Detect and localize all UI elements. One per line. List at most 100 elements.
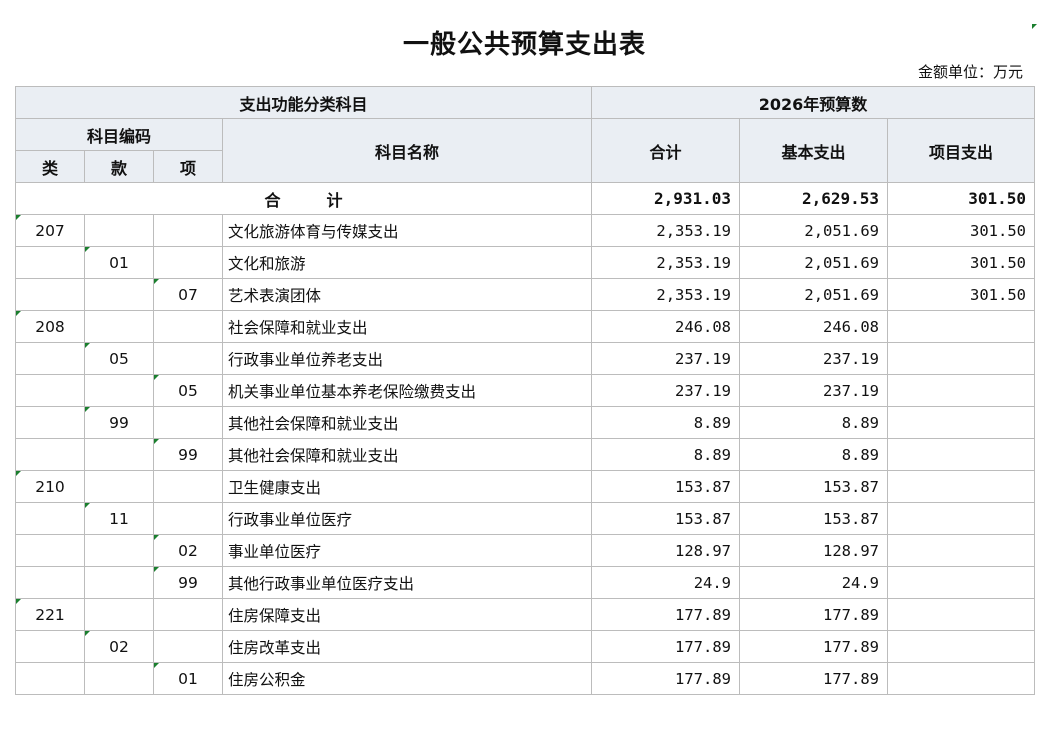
basic-cell: 128.97	[739, 534, 889, 567]
total-label-b: 计	[326, 190, 343, 210]
total-cell: 237.19	[591, 342, 741, 375]
code-lei-cell	[15, 566, 85, 599]
total-cell: 8.89	[591, 438, 741, 471]
budget-year-header: 2026年预算数	[591, 86, 1036, 119]
code-lei-cell: 208	[15, 310, 85, 343]
basic-cell: 153.87	[739, 470, 889, 503]
subject-name-cell: 其他社会保障和就业支出	[221, 438, 593, 471]
project-cell: 301.50	[887, 278, 1036, 311]
budget-table: 支出功能分类科目 2026年预算数 科目编码 科目名称 合计 基本支出 项目支出…	[14, 86, 1036, 695]
project-cell	[887, 566, 1036, 599]
xiang-header: 项	[153, 150, 223, 183]
kuan-header: 款	[84, 150, 154, 183]
subject-name-cell: 事业单位医疗	[221, 534, 593, 567]
code-lei-cell	[15, 278, 85, 311]
header-row-1: 支出功能分类科目 2026年预算数	[14, 86, 1036, 119]
code-kuan-cell	[84, 598, 154, 631]
code-lei-cell	[15, 246, 85, 279]
code-lei-cell: 221	[15, 598, 85, 631]
basic-cell: 2,051.69	[739, 214, 889, 247]
total-cell: 177.89	[591, 598, 741, 631]
code-lei-cell	[15, 502, 85, 535]
subject-name-cell: 行政事业单位医疗	[221, 502, 593, 535]
total-cell: 177.89	[591, 630, 741, 663]
code-kuan-cell: 11	[84, 502, 154, 535]
total-cell: 153.87	[591, 502, 741, 535]
basic-cell: 246.08	[739, 310, 889, 343]
project-cell: 301.50	[887, 246, 1036, 279]
code-xiang-cell	[153, 246, 223, 279]
subject-name-cell: 卫生健康支出	[221, 470, 593, 503]
project-cell	[887, 502, 1036, 535]
code-xiang-cell: 99	[153, 566, 223, 599]
code-lei-cell	[15, 374, 85, 407]
code-lei-cell	[15, 438, 85, 471]
total-cell: 153.87	[591, 470, 741, 503]
total-project: 301.50	[887, 182, 1036, 215]
project-cell	[887, 342, 1036, 375]
code-lei-cell: 210	[15, 470, 85, 503]
project-cell	[887, 406, 1036, 439]
code-lei-cell	[15, 342, 85, 375]
project-cell	[887, 630, 1036, 663]
code-xiang-cell: 99	[153, 438, 223, 471]
total-header: 合计	[591, 118, 741, 183]
table-row: 208 社会保障和就业支出 246.08 246.08	[15, 310, 1036, 343]
total-row: 合计 2,931.03 2,629.53 301.50	[14, 182, 1036, 215]
total-cell: 8.89	[591, 406, 741, 439]
code-kuan-cell: 99	[84, 406, 154, 439]
cell-marker	[1032, 24, 1037, 29]
project-cell	[887, 598, 1036, 631]
subject-name-cell: 行政事业单位养老支出	[221, 342, 593, 375]
code-kuan-cell	[84, 566, 154, 599]
code-xiang-cell	[153, 598, 223, 631]
total-basic: 2,629.53	[739, 182, 889, 215]
total-cell: 24.9	[591, 566, 741, 599]
code-xiang-cell: 02	[153, 534, 223, 567]
basic-cell: 177.89	[739, 598, 889, 631]
func-class-header: 支出功能分类科目	[14, 86, 593, 119]
total-label: 合计	[14, 182, 593, 215]
table-row: 207 文化旅游体育与传媒支出 2,353.19 2,051.69 301.50	[15, 214, 1036, 247]
code-lei-cell	[15, 534, 85, 567]
code-xiang-cell: 05	[153, 374, 223, 407]
table-row: 99 其他社会保障和就业支出 8.89 8.89	[15, 438, 1036, 471]
project-cell	[887, 534, 1036, 567]
code-kuan-cell	[84, 310, 154, 343]
code-xiang-cell: 07	[153, 278, 223, 311]
subject-name-cell: 住房公积金	[221, 662, 593, 695]
subject-name-cell: 社会保障和就业支出	[221, 310, 593, 343]
code-xiang-cell	[153, 470, 223, 503]
table-row: 02 事业单位医疗 128.97 128.97	[15, 534, 1036, 567]
basic-cell: 237.19	[739, 374, 889, 407]
header-row-2: 科目编码 科目名称 合计 基本支出 项目支出	[15, 118, 1036, 183]
basic-header: 基本支出	[739, 118, 889, 183]
table-row: 01 住房公积金 177.89 177.89	[15, 662, 1036, 695]
code-xiang-cell	[153, 502, 223, 535]
table-row: 05 行政事业单位养老支出 237.19 237.19	[15, 342, 1036, 375]
code-kuan-cell	[84, 278, 154, 311]
basic-cell: 2,051.69	[739, 246, 889, 279]
subject-name-cell: 文化旅游体育与传媒支出	[221, 214, 593, 247]
page-title: 一般公共预算支出表	[402, 30, 646, 60]
project-cell	[887, 470, 1036, 503]
code-xiang-cell	[153, 406, 223, 439]
code-kuan-cell	[84, 374, 154, 407]
total-cell: 246.08	[591, 310, 741, 343]
code-kuan-cell	[84, 438, 154, 471]
code-lei-cell	[15, 630, 85, 663]
code-kuan-cell	[84, 470, 154, 503]
total-cell: 2,353.19	[591, 214, 741, 247]
table-row: 210 卫生健康支出 153.87 153.87	[15, 470, 1036, 503]
table-row: 99 其他社会保障和就业支出 8.89 8.89	[15, 406, 1036, 439]
total-cell: 177.89	[591, 662, 741, 695]
subject-name-header: 科目名称	[221, 118, 593, 183]
code-xiang-cell	[153, 342, 223, 375]
code-kuan-cell	[84, 534, 154, 567]
code-lei-cell	[15, 406, 85, 439]
table-row: 07 艺术表演团体 2,353.19 2,051.69 301.50	[15, 278, 1036, 311]
project-header: 项目支出	[887, 118, 1036, 183]
code-lei-cell: 207	[15, 214, 85, 247]
code-lei-cell	[15, 662, 85, 695]
subject-name-cell: 其他行政事业单位医疗支出	[221, 566, 593, 599]
